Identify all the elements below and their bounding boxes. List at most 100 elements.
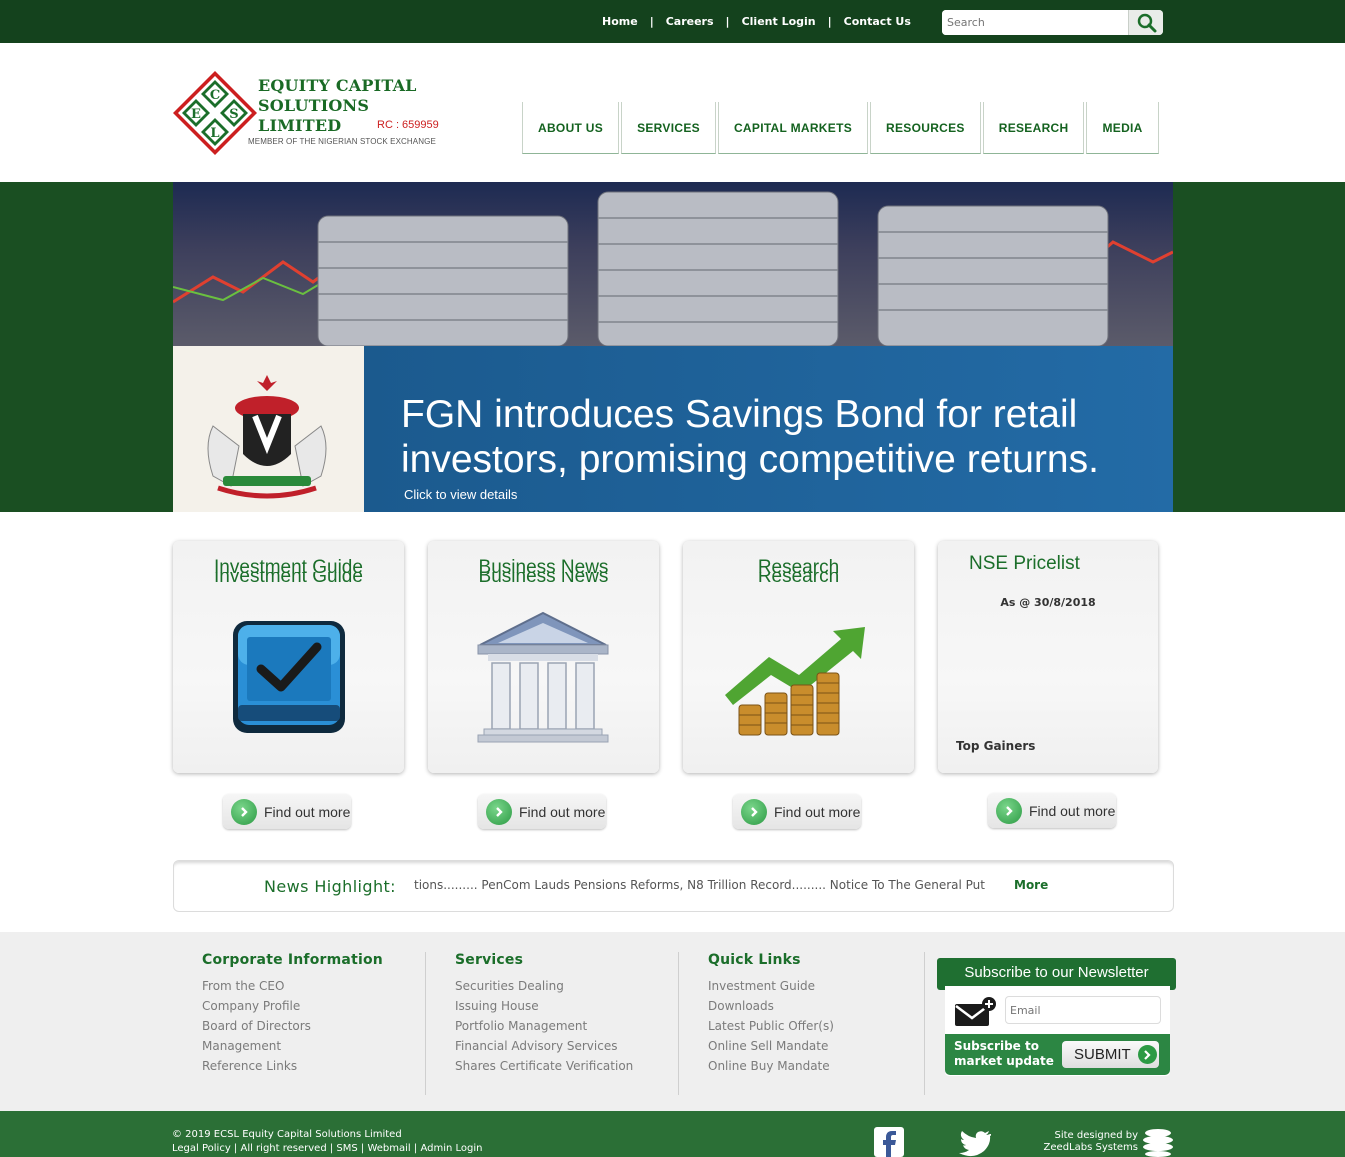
footer-link-management[interactable]: Management — [202, 1036, 383, 1056]
ecsl-monogram-icon: C E S L — [173, 71, 257, 155]
footer-corporate-information: Corporate Information From the CEO Compa… — [202, 952, 383, 1076]
top-link-careers[interactable]: Careers — [654, 15, 726, 28]
webmail-link[interactable]: Webmail — [367, 1143, 410, 1154]
rc-number: RC : 659959 — [377, 119, 439, 131]
search-icon — [1137, 13, 1157, 33]
top-link-contact-us[interactable]: Contact Us — [832, 15, 923, 28]
designer-credit: Site designed by ZeedLabs Systems — [1030, 1130, 1138, 1154]
footer-link-from-the-ceo[interactable]: From the CEO — [202, 976, 383, 996]
footer-divider — [425, 952, 426, 1095]
nav-about-us[interactable]: ABOUT US — [522, 102, 620, 154]
bank-building-icon — [477, 611, 609, 743]
hero-cta-link[interactable]: Click to view details — [404, 487, 517, 502]
footer-link-investment-guide[interactable]: Investment Guide — [708, 976, 834, 996]
footer-link-portfolio-management[interactable]: Portfolio Management — [455, 1016, 633, 1036]
footer-heading: Quick Links — [708, 952, 801, 968]
nav-capital-markets[interactable]: CAPITAL MARKETS — [717, 102, 869, 154]
news-ticker[interactable]: tions......... PenCom Lauds Pensions Ref… — [414, 878, 1006, 896]
news-highlight-bar: News Highlight: tions......... PenCom La… — [173, 860, 1174, 912]
footer-link-share-verification[interactable]: Shares Certificate Verification — [455, 1056, 633, 1076]
designer-credit-line2: ZeedLabs Systems — [1043, 1142, 1138, 1153]
sms-link[interactable]: SMS — [336, 1143, 357, 1154]
search-box — [942, 10, 1163, 35]
card-title-reflection-text: Investment Guide — [214, 572, 363, 584]
footer-link-company-profile[interactable]: Company Profile — [202, 996, 383, 1016]
footer-link-downloads[interactable]: Downloads — [708, 996, 834, 1016]
twitter-icon[interactable] — [955, 1131, 991, 1157]
newsletter-form: Subscribe to market update SUBMIT — [945, 986, 1170, 1076]
card-research[interactable]: Research Research — [683, 541, 914, 773]
footer-link-financial-advisory[interactable]: Financial Advisory Services — [455, 1036, 633, 1056]
coin-stacks-icon — [173, 191, 1173, 346]
top-bar: Home | Careers | Client Login | Contact … — [0, 0, 1345, 43]
arrow-right-icon — [741, 798, 767, 825]
bottom-links: Legal Policy | All right reserved | SMS … — [172, 1143, 483, 1154]
bottom-bar: © 2019 ECSL Equity Capital Solutions Lim… — [0, 1111, 1345, 1157]
search-button[interactable] — [1128, 10, 1163, 35]
footer-link-public-offers[interactable]: Latest Public Offer(s) — [708, 1016, 834, 1036]
designer-credit-line1: Site designed by — [1054, 1130, 1139, 1141]
submit-button[interactable]: SUBMIT — [1062, 1041, 1159, 1068]
footer-divider — [678, 952, 679, 1095]
newsletter-box: Subscribe to our Newsletter Subscribe to… — [937, 958, 1176, 1076]
coin-stacks-image — [173, 182, 1173, 346]
copyright-text: © 2019 ECSL Equity Capital Solutions Lim… — [172, 1129, 402, 1140]
nav-services[interactable]: SERVICES — [621, 102, 716, 154]
hero-headline: FGN introduces Savings Bond for retail i… — [401, 392, 1141, 482]
monogram-letter-e: E — [191, 107, 201, 122]
company-logo[interactable]: C E S L EQUITY CAPITAL SOLUTIONS LIMITED… — [172, 70, 452, 156]
top-link-client-login[interactable]: Client Login — [730, 15, 828, 28]
card-investment-guide[interactable]: Investment Guide Investment Guide — [173, 541, 404, 773]
footer-link-board-of-directors[interactable]: Board of Directors — [202, 1016, 383, 1036]
hero-banner[interactable]: FGN introduces Savings Bond for retail i… — [173, 182, 1173, 512]
admin-login-link[interactable]: Admin Login — [420, 1143, 482, 1154]
footer-divider — [924, 952, 925, 1095]
find-out-more-button[interactable]: Find out more — [733, 794, 861, 829]
newsletter-footer: Subscribe to market update SUBMIT — [945, 1034, 1170, 1075]
card-title-reflection: Business News — [428, 572, 659, 584]
find-out-more-button[interactable]: Find out more — [478, 794, 606, 829]
submit-label: SUBMIT — [1074, 1046, 1131, 1063]
growth-coins-chart-icon — [725, 627, 865, 736]
footer-link-securities-dealing[interactable]: Securities Dealing — [455, 976, 633, 996]
mail-add-icon — [955, 997, 996, 1026]
footer-link-reference-links[interactable]: Reference Links — [202, 1056, 383, 1076]
member-tagline: MEMBER OF THE NIGERIAN STOCK EXCHANGE — [248, 137, 436, 146]
facebook-icon[interactable] — [874, 1127, 904, 1157]
card-title-reflection: Investment Guide — [173, 572, 404, 584]
pricelist-date: As @ 30/8/2018 — [1000, 596, 1096, 609]
arrow-right-icon — [996, 797, 1022, 824]
search-input[interactable] — [942, 10, 1128, 35]
hero-headline-line1: FGN introduces Savings Bond for retail — [401, 393, 1078, 436]
card-title-reflection-text: Research — [757, 572, 840, 584]
subscribe-caption-line1: Subscribe to — [954, 1039, 1039, 1053]
footer-link-online-sell-mandate[interactable]: Online Sell Mandate — [708, 1036, 834, 1056]
footer-heading: Corporate Information — [202, 952, 383, 968]
monogram-letter-l: L — [210, 126, 219, 141]
footer-services: Services Securities Dealing Issuing Hous… — [455, 952, 633, 1076]
card-title-reflection-text: Business News — [478, 572, 609, 584]
legal-policy-link[interactable]: Legal Policy — [172, 1143, 231, 1154]
monogram-letter-s: S — [229, 107, 238, 122]
find-out-more-button[interactable]: Find out more — [988, 793, 1116, 828]
checklist-book-icon — [233, 621, 345, 733]
nav-resources[interactable]: RESOURCES — [870, 102, 981, 154]
copyright-block: © 2019 ECSL Equity Capital Solutions Lim… — [172, 1128, 482, 1156]
company-name-line1: EQUITY CAPITAL — [258, 76, 417, 95]
find-out-more-button[interactable]: Find out more — [223, 794, 351, 829]
coat-of-arms-icon — [207, 375, 327, 499]
find-out-more-label: Find out more — [1029, 802, 1116, 819]
card-title-reflection: Research — [683, 572, 914, 584]
card-nse-pricelist[interactable]: NSE Pricelist As @ 30/8/2018 Top Gainers — [938, 541, 1158, 773]
nav-research[interactable]: RESEARCH — [982, 102, 1085, 154]
footer-link-online-buy-mandate[interactable]: Online Buy Mandate — [708, 1056, 834, 1076]
top-gainers-label: Top Gainers — [956, 739, 1036, 753]
zeedlabs-logo-icon[interactable] — [1142, 1127, 1174, 1157]
newsletter-email-input[interactable] — [1005, 996, 1161, 1024]
footer-link-issuing-house[interactable]: Issuing House — [455, 996, 633, 1016]
card-business-news[interactable]: Business News Business News — [428, 541, 659, 773]
top-link-home[interactable]: Home — [590, 15, 650, 28]
nav-media[interactable]: MEDIA — [1086, 102, 1159, 154]
news-more-link[interactable]: More — [1014, 878, 1048, 892]
footer-quick-links: Quick Links Investment Guide Downloads L… — [708, 952, 834, 1076]
